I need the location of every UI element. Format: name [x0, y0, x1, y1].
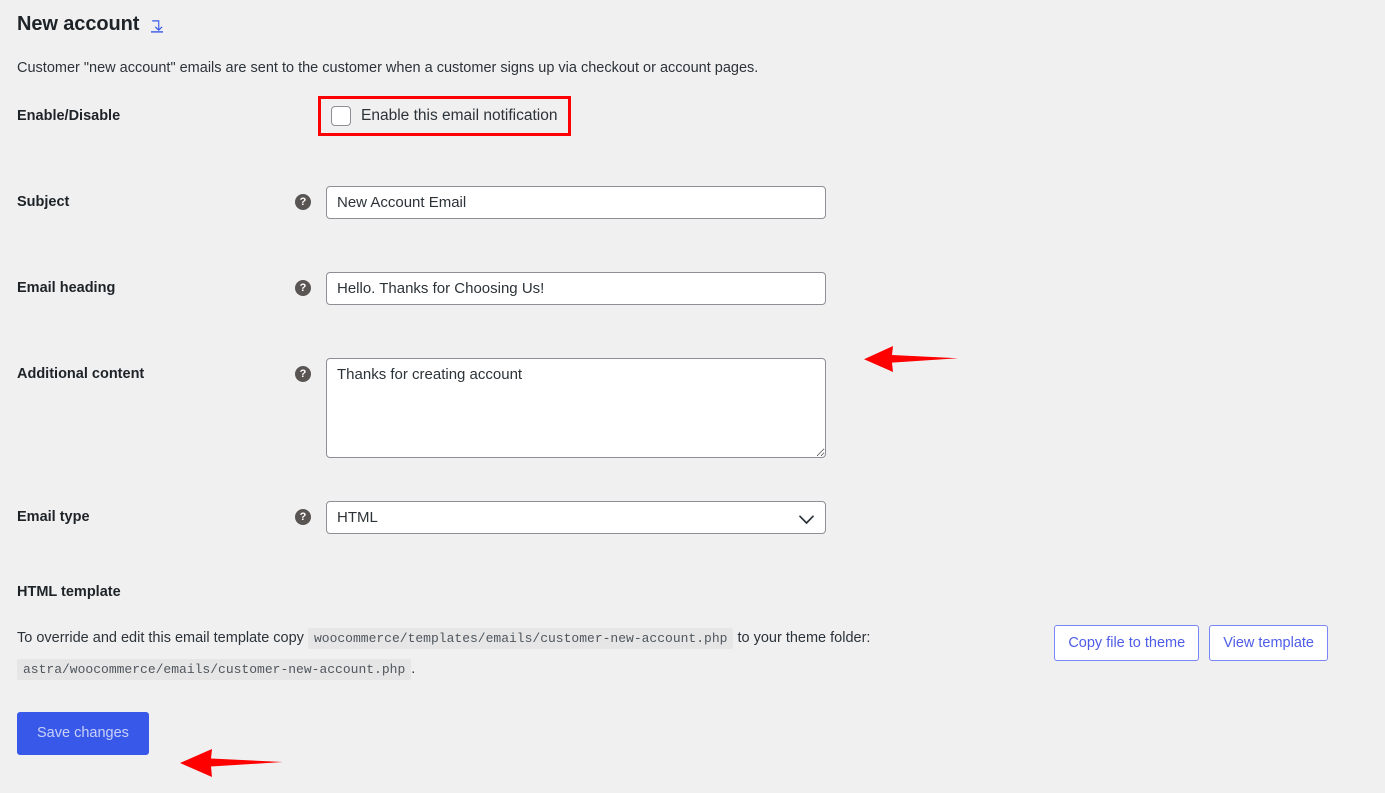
- template-text-after: .: [411, 661, 416, 677]
- save-changes-button[interactable]: Save changes: [17, 712, 149, 755]
- row-additional-content: Additional content ? Thanks for creating…: [17, 358, 1385, 501]
- help-icon[interactable]: ?: [295, 194, 311, 210]
- page-title: New account: [17, 13, 140, 35]
- label-subject: Subject: [17, 194, 70, 210]
- field-email-type: ? HTML: [295, 501, 1385, 534]
- enable-checkbox-highlight: Enable this email notification: [318, 96, 572, 136]
- label-email-heading: Email heading: [17, 280, 116, 296]
- settings-form: Enable/Disable Enable this email notific…: [0, 96, 1385, 564]
- html-template-text: To override and edit this email template…: [17, 623, 1017, 685]
- page-header: New account: [0, 0, 1385, 38]
- html-template-heading: HTML template: [17, 584, 121, 600]
- additional-content-textarea[interactable]: Thanks for creating account: [326, 358, 826, 458]
- save-area: Save changes: [0, 712, 1385, 755]
- copy-file-to-theme-button[interactable]: Copy file to theme: [1054, 625, 1200, 661]
- row-email-heading: Email heading ?: [17, 272, 1385, 358]
- template-target-path: astra/woocommerce/emails/customer-new-ac…: [17, 659, 412, 680]
- label-enable-disable: Enable/Disable: [17, 108, 121, 124]
- enable-email-checkbox[interactable]: [331, 106, 351, 126]
- template-source-path: woocommerce/templates/emails/customer-ne…: [307, 628, 734, 649]
- field-additional-content: ? Thanks for creating account: [295, 358, 1385, 458]
- field-email-heading: ?: [295, 272, 1385, 305]
- label-additional-content: Additional content: [17, 366, 145, 382]
- template-text-middle: to your theme folder:: [737, 630, 871, 646]
- email-settings-page: New account Customer "new account" email…: [0, 0, 1385, 793]
- field-enable-disable: Enable this email notification: [295, 96, 1385, 136]
- row-subject: Subject ?: [17, 186, 1385, 272]
- html-template-section: HTML template To override and edit this …: [0, 583, 1385, 685]
- help-icon[interactable]: ?: [295, 366, 311, 382]
- return-arrow-icon[interactable]: [149, 17, 167, 35]
- page-description: Customer "new account" emails are sent t…: [17, 60, 759, 76]
- field-subject: ?: [295, 186, 1385, 219]
- email-type-select-wrap: HTML: [326, 501, 826, 534]
- help-icon[interactable]: ?: [295, 280, 311, 296]
- email-type-select[interactable]: HTML: [326, 501, 826, 534]
- help-icon[interactable]: ?: [295, 509, 311, 525]
- template-text-before: To override and edit this email template…: [17, 630, 304, 646]
- view-template-button[interactable]: View template: [1209, 625, 1328, 661]
- email-heading-input[interactable]: [326, 272, 826, 305]
- label-email-type: Email type: [17, 509, 90, 525]
- subject-input[interactable]: [326, 186, 826, 219]
- row-email-type: Email type ? HTML: [17, 501, 1385, 564]
- template-buttons: Copy file to theme View template: [1054, 625, 1328, 661]
- enable-email-checkbox-label[interactable]: Enable this email notification: [361, 106, 557, 126]
- row-enable-disable: Enable/Disable Enable this email notific…: [17, 96, 1385, 186]
